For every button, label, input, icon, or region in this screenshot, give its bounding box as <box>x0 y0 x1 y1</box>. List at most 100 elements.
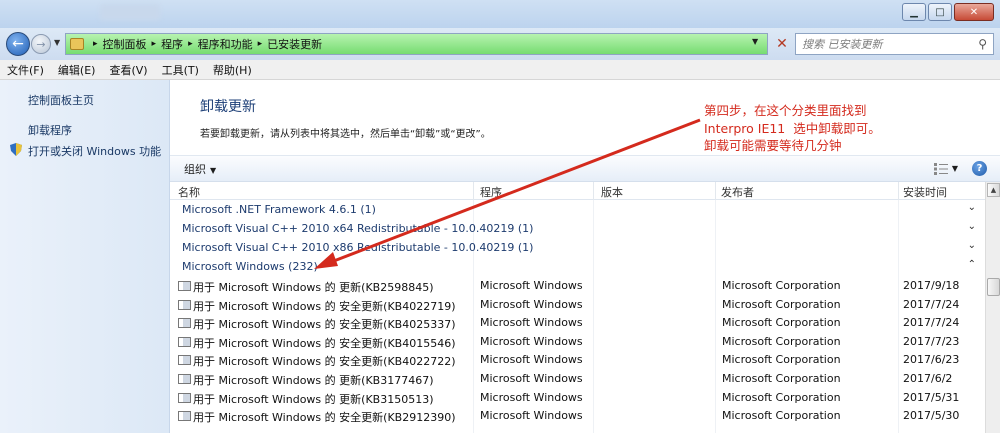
cell-name: 用于 Microsoft Windows 的 安全更新(KB4022722) <box>193 355 456 369</box>
update-package-icon <box>178 299 191 310</box>
breadcrumb-item[interactable]: 控制面板 <box>103 36 147 52</box>
group-header[interactable]: Microsoft Visual C++ 2010 x64 Redistribu… <box>170 219 985 238</box>
sidebar-item-windows-features[interactable]: 打开或关闭 Windows 功能 <box>28 143 161 159</box>
organize-caret-icon: ▼ <box>210 165 217 175</box>
group-label: Microsoft Visual C++ 2010 x86 Redistribu… <box>182 241 534 254</box>
cell-publisher: Microsoft Corporation <box>722 372 841 385</box>
cell-date: 2017/5/30 <box>903 409 960 423</box>
breadcrumb-item[interactable]: 已安装更新 <box>267 36 322 52</box>
table-row[interactable]: 用于 Microsoft Windows 的 更新(KB2598845) Micr… <box>170 277 985 296</box>
breadcrumb: ▸ 控制面板 ▸ 程序 ▸ 程序和功能 ▸ 已安装更新 <box>88 36 322 52</box>
column-divider[interactable] <box>593 182 594 200</box>
organize-label: 组织 <box>184 162 206 176</box>
expand-chevron-icon[interactable]: ⌄ <box>968 221 976 232</box>
breadcrumb-separator-icon[interactable]: ▸ <box>188 39 193 49</box>
group-header[interactable]: Microsoft .NET Framework 4.6.1 (1) ⌄ <box>170 200 985 219</box>
cell-program: Microsoft Windows <box>480 372 583 385</box>
forward-button[interactable]: → <box>31 34 51 54</box>
scrollbar-thumb[interactable] <box>987 278 1000 296</box>
menu-item[interactable]: 帮助(H) <box>206 62 259 78</box>
table-row[interactable]: 用于 Microsoft Windows 的 安全更新(KB4015546) Mi… <box>170 333 985 352</box>
group-header[interactable]: Microsoft Windows (232) ⌃ <box>170 257 985 276</box>
column-divider[interactable] <box>898 182 899 200</box>
menu-item[interactable]: 查看(V) <box>102 62 154 78</box>
cell-date: 2017/5/31 <box>903 390 960 404</box>
command-bar: 组织 ▼ ▼ ? <box>170 155 1000 182</box>
cell-publisher: Microsoft Corporation <box>722 297 841 311</box>
table-row[interactable]: 用于 Microsoft Windows 的 安全更新(KB4022722) Mi… <box>170 351 985 370</box>
cell-date: 2017/7/24 <box>903 297 960 311</box>
table-row[interactable]: 用于 Microsoft Windows 的 更新(KB3150513) Micr… <box>170 389 985 408</box>
cell-date: 2017/6/23 <box>903 353 960 367</box>
breadcrumb-separator-icon[interactable]: ▸ <box>93 39 98 49</box>
column-header-install-date[interactable]: 安装时间 <box>903 184 947 200</box>
cell-name: 用于 Microsoft Windows 的 更新(KB2598845) <box>193 281 434 294</box>
title-bar: ▁ □ ✕ <box>0 0 1000 28</box>
group-header[interactable]: Microsoft Visual C++ 2010 x86 Redistribu… <box>170 238 985 257</box>
page-description: 若要卸载更新，请从列表中将其选中，然后单击“卸载”或“更改”。 <box>200 129 491 140</box>
update-package-icon <box>178 374 191 384</box>
cell-program: Microsoft Windows <box>480 297 583 311</box>
cell-publisher: Microsoft Corporation <box>722 334 841 348</box>
stop-button[interactable]: ✕ <box>771 33 793 55</box>
update-package-icon <box>178 355 191 366</box>
help-icon[interactable]: ? <box>972 161 987 176</box>
scroll-up-button[interactable]: ▲ <box>987 183 1000 197</box>
breadcrumb-separator-icon[interactable]: ▸ <box>152 39 157 49</box>
minimize-button[interactable]: ▁ <box>902 3 926 21</box>
cell-name: 用于 Microsoft Windows 的 安全更新(KB2912390) <box>193 411 456 425</box>
menu-item[interactable]: 文件(F) <box>0 62 51 78</box>
maximize-button[interactable]: □ <box>928 3 952 21</box>
column-header-publisher[interactable]: 发布者 <box>721 184 754 200</box>
task-pane: 控制面板主页 卸载程序 打开或关闭 Windows 功能 <box>0 80 170 433</box>
sidebar-item-uninstall-program[interactable]: 卸载程序 <box>28 122 72 138</box>
group-label: Microsoft Windows (232) <box>182 260 318 273</box>
cell-program: Microsoft Windows <box>480 409 583 423</box>
table-row[interactable]: 用于 Microsoft Windows 的 更新(KB3177467) Micr… <box>170 370 985 389</box>
window-controls: ▁ □ ✕ <box>902 3 994 21</box>
page-title: 卸载更新 <box>200 99 256 115</box>
recent-pages-dropdown[interactable]: ▼ <box>54 38 60 47</box>
menu-item[interactable]: 工具(T) <box>155 62 206 78</box>
expand-chevron-icon[interactable]: ⌄ <box>968 240 976 251</box>
cell-date: 2017/7/23 <box>903 334 960 348</box>
update-package-icon <box>178 281 191 291</box>
search-icon[interactable]: ⚲ <box>978 37 987 51</box>
cell-publisher: Microsoft Corporation <box>722 279 841 292</box>
breadcrumb-item[interactable]: 程序 <box>161 36 183 52</box>
column-divider[interactable] <box>715 182 716 200</box>
vertical-scrollbar[interactable]: ▲ <box>985 182 1000 433</box>
column-header-name[interactable]: 名称 <box>178 184 200 200</box>
address-dropdown[interactable]: ▼ <box>752 37 758 46</box>
collapse-chevron-icon[interactable]: ⌃ <box>968 259 976 270</box>
column-headers: 名称 程序 版本 发布者 安装时间 <box>170 182 985 200</box>
table-row[interactable]: 用于 Microsoft Windows 的 安全更新(KB2912390) Mi… <box>170 407 985 426</box>
cell-name: 用于 Microsoft Windows 的 安全更新(KB4025337) <box>193 318 456 332</box>
cell-program: Microsoft Windows <box>480 353 583 367</box>
organize-button[interactable]: 组织 ▼ <box>184 161 216 177</box>
menu-item[interactable]: 编辑(E) <box>51 62 103 78</box>
update-package-icon <box>178 318 191 329</box>
back-button[interactable]: ← <box>6 32 30 56</box>
table-row[interactable]: 用于 Microsoft Windows 的 安全更新(KB4025337) Mi… <box>170 314 985 333</box>
expand-chevron-icon[interactable]: ⌄ <box>968 202 976 213</box>
cell-name: 用于 Microsoft Windows 的 更新(KB3150513) <box>193 392 434 406</box>
breadcrumb-item[interactable]: 程序和功能 <box>198 36 253 52</box>
view-options-icon[interactable] <box>934 163 948 175</box>
shield-icon <box>10 143 22 156</box>
close-button[interactable]: ✕ <box>954 3 994 21</box>
column-header-version[interactable]: 版本 <box>601 184 623 200</box>
breadcrumb-separator-icon[interactable]: ▸ <box>258 39 263 49</box>
search-input[interactable]: 搜索 已安装更新 ⚲ <box>795 33 994 55</box>
update-package-icon <box>178 411 191 422</box>
cell-name: 用于 Microsoft Windows 的 安全更新(KB4015546) <box>193 336 456 350</box>
column-divider[interactable] <box>473 182 474 200</box>
sidebar-item-control-panel-home[interactable]: 控制面板主页 <box>28 92 94 108</box>
table-row[interactable]: 用于 Microsoft Windows 的 安全更新(KB4022719) Mi… <box>170 296 985 315</box>
column-header-program[interactable]: 程序 <box>480 184 502 200</box>
cell-program: Microsoft Windows <box>480 390 583 404</box>
cell-program: Microsoft Windows <box>480 316 583 330</box>
update-package-icon <box>178 336 191 347</box>
view-dropdown-icon[interactable]: ▼ <box>952 164 958 173</box>
address-bar[interactable]: ▸ 控制面板 ▸ 程序 ▸ 程序和功能 ▸ 已安装更新 <box>65 33 768 55</box>
